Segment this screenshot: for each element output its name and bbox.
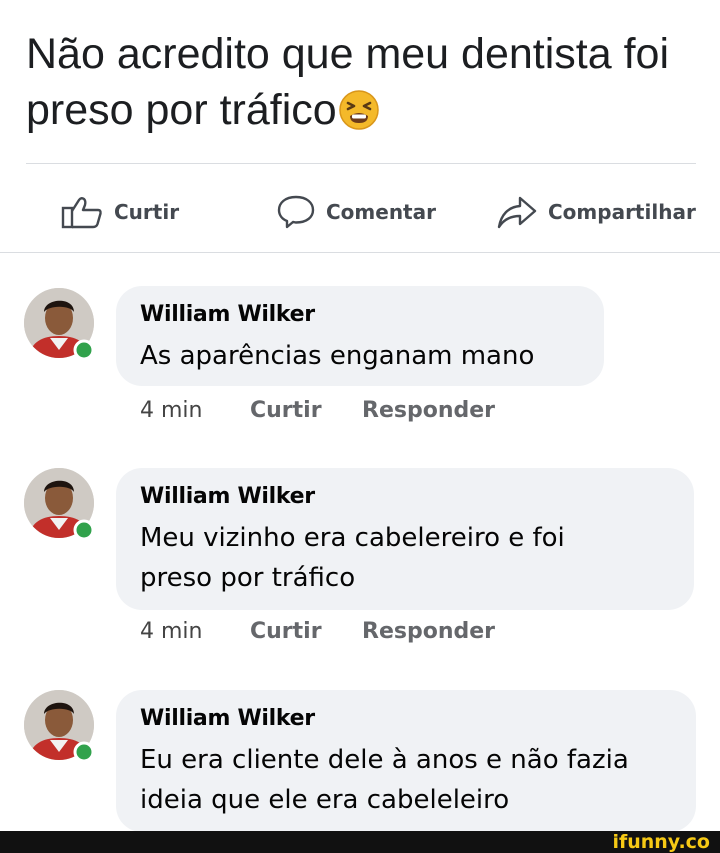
comment-like-link[interactable]: Curtir [250,619,322,644]
comment-author[interactable]: William Wilker [140,484,315,509]
comment-text: Eu era cliente dele à anos e não fazia i… [140,740,629,820]
share-button[interactable]: Compartilhar [496,190,696,234]
comment-bubble: William Wilker As aparências enganam man… [116,286,604,386]
thumbs-up-icon [60,195,104,229]
post-actions-bar: Curtir Comentar Compartilhar [0,190,720,234]
post-text: Não acredito que meu dentista foi preso … [26,26,706,138]
like-button[interactable]: Curtir [60,190,179,234]
comment-bubble: William Wilker Eu era cliente dele à ano… [116,690,696,832]
comment-text-line: Meu vizinho era cabelereiro e foi [140,523,565,553]
comment-time[interactable]: 4 min [140,619,202,644]
divider-bottom [0,252,720,253]
speech-bubble-icon [276,194,316,230]
comment-text: Meu vizinho era cabelereiro e foi preso … [140,518,565,598]
avatar[interactable] [22,688,104,770]
footer-bar: ifunny.co [0,831,720,853]
comment-reply-link[interactable]: Responder [362,398,495,423]
comment-text: As aparências enganam mano [140,341,535,371]
comment-text-line: ideia que ele era cabeleleiro [140,785,510,815]
comment-bubble: William Wilker Meu vizinho era cabelerei… [116,468,694,610]
comment-author[interactable]: William Wilker [140,302,315,327]
comment-like-link[interactable]: Curtir [250,398,322,423]
avatar[interactable] [22,466,104,548]
divider-top [26,163,696,164]
comment-button[interactable]: Comentar [276,190,436,234]
tired-face-emoji-icon [338,88,379,130]
comment-text-line: preso por tráfico [140,563,356,593]
comment-time[interactable]: 4 min [140,398,202,423]
share-arrow-icon [496,194,538,230]
comment-button-label: Comentar [326,200,436,224]
comment-text-line: Eu era cliente dele à anos e não fazia [140,745,629,775]
comment-author[interactable]: William Wilker [140,706,315,731]
share-button-label: Compartilhar [548,200,696,224]
avatar[interactable] [22,286,104,368]
like-button-label: Curtir [114,200,180,224]
watermark-logo: ifunny.co [612,831,710,853]
comment-reply-link[interactable]: Responder [362,619,495,644]
